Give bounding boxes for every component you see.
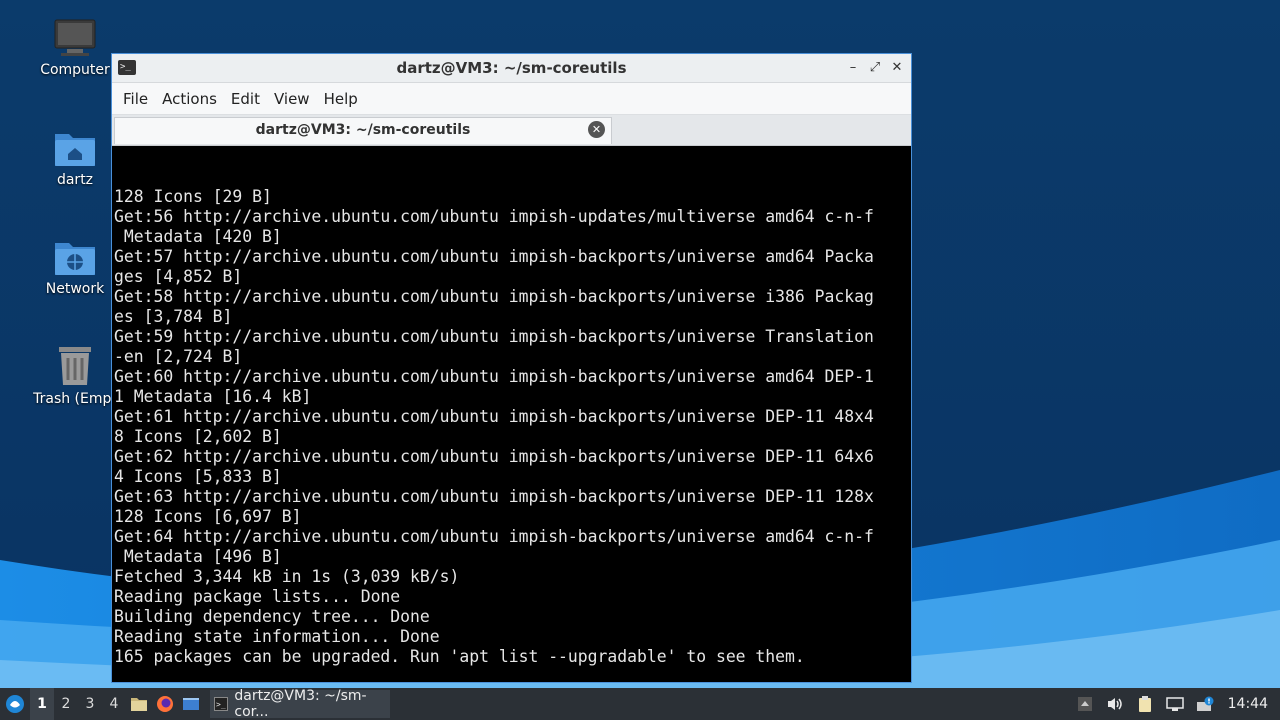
taskbar-task-label: dartz@VM3: ~/sm-cor... bbox=[234, 688, 367, 720]
network-folder-icon bbox=[55, 243, 95, 275]
show-desktop-icon bbox=[183, 698, 199, 710]
terminal-line: Get:60 http://archive.ubuntu.com/ubuntu … bbox=[114, 367, 874, 386]
start-menu-button[interactable] bbox=[0, 688, 30, 720]
terminal-line: Get:59 http://archive.ubuntu.com/ubuntu … bbox=[114, 327, 874, 346]
launch-firefox[interactable] bbox=[152, 688, 178, 720]
launch-file-manager[interactable] bbox=[126, 688, 152, 720]
clock[interactable]: 14:44 bbox=[1220, 696, 1280, 712]
terminal-task-icon: >_ bbox=[214, 697, 229, 711]
maximize-icon[interactable]: ⤢ bbox=[865, 58, 885, 78]
tray-update-notifier[interactable] bbox=[1190, 688, 1220, 720]
terminal-line: Get:61 http://archive.ubuntu.com/ubuntu … bbox=[114, 407, 874, 426]
workspace-1[interactable]: 1 bbox=[30, 688, 54, 720]
terminal-line: Get:62 http://archive.ubuntu.com/ubuntu … bbox=[114, 447, 874, 466]
terminal-line: -en [2,724 B] bbox=[114, 347, 243, 366]
tray-network[interactable] bbox=[1160, 688, 1190, 720]
firefox-icon bbox=[157, 696, 173, 712]
menu-edit[interactable]: Edit bbox=[224, 90, 267, 108]
menu-file[interactable]: File bbox=[116, 90, 155, 108]
tab-close-icon[interactable]: ✕ bbox=[588, 121, 605, 138]
menu-bar: File Actions Edit View Help bbox=[112, 83, 911, 115]
window-title: dartz@VM3: ~/sm-coreutils bbox=[396, 59, 627, 77]
trash-icon bbox=[59, 347, 91, 385]
terminal-line: Get:58 http://archive.ubuntu.com/ubuntu … bbox=[114, 287, 874, 306]
terminal-output[interactable]: 128 Icons [29 B] Get:56 http://archive.ub… bbox=[114, 147, 909, 680]
launch-show-desktop[interactable] bbox=[178, 688, 204, 720]
network-icon bbox=[1165, 697, 1184, 711]
tray-volume[interactable] bbox=[1100, 688, 1130, 720]
file-manager-icon bbox=[131, 698, 147, 711]
terminal-line: Get:57 http://archive.ubuntu.com/ubuntu … bbox=[114, 247, 874, 266]
terminal-line: 1 Metadata [16.4 kB] bbox=[114, 387, 312, 406]
computer-icon bbox=[54, 19, 96, 56]
volume-icon bbox=[1107, 698, 1122, 710]
terminal-line: 8 Icons [2,602 B] bbox=[114, 427, 282, 446]
terminal-tab[interactable]: dartz@VM3: ~/sm-coreutils ✕ bbox=[114, 117, 612, 144]
menu-view[interactable]: View bbox=[267, 90, 317, 108]
terminal-line: 165 packages can be upgraded. Run 'apt l… bbox=[114, 647, 805, 666]
workspace-3[interactable]: 3 bbox=[78, 688, 102, 720]
terminal-line: Get:63 http://archive.ubuntu.com/ubuntu … bbox=[114, 487, 874, 506]
terminal-line: Fetched 3,344 kB in 1s (3,039 kB/s) bbox=[114, 567, 460, 586]
terminal-line: 4 Icons [5,833 B] bbox=[114, 467, 282, 486]
terminal-line: ges [4,852 B] bbox=[114, 267, 243, 286]
terminal-line: Get:56 http://archive.ubuntu.com/ubuntu … bbox=[114, 207, 874, 226]
minimize-icon[interactable]: – bbox=[843, 58, 863, 78]
window-titlebar[interactable]: >_ dartz@VM3: ~/sm-coreutils – ⤢ ✕ bbox=[112, 54, 911, 83]
terminal-line: Get:64 http://archive.ubuntu.com/ubuntu … bbox=[114, 527, 874, 546]
menu-help[interactable]: Help bbox=[317, 90, 365, 108]
tray-expand-icon bbox=[1077, 697, 1092, 711]
taskbar: 1 2 3 4 >_ dartz@VM3: ~/sm-cor... 14:44 bbox=[0, 688, 1280, 720]
update-notifier-icon bbox=[1196, 696, 1214, 711]
terminal-window[interactable]: >_ dartz@VM3: ~/sm-coreutils – ⤢ ✕ File … bbox=[111, 53, 912, 683]
taskbar-terminal-task[interactable]: >_ dartz@VM3: ~/sm-cor... bbox=[210, 688, 390, 720]
terminal-app-icon: >_ bbox=[118, 60, 136, 75]
tray-up-arrow[interactable] bbox=[1070, 688, 1100, 720]
menu-actions[interactable]: Actions bbox=[155, 90, 224, 108]
tab-label: dartz@VM3: ~/sm-coreutils bbox=[255, 122, 471, 138]
lubuntu-logo-icon bbox=[6, 695, 24, 713]
tray-clipboard[interactable] bbox=[1130, 688, 1160, 720]
workspace-2[interactable]: 2 bbox=[54, 688, 78, 720]
terminal-line: Metadata [496 B] bbox=[114, 547, 282, 566]
home-folder-icon bbox=[55, 134, 95, 166]
clipboard-icon bbox=[1138, 696, 1151, 712]
terminal-line: Metadata [420 B] bbox=[114, 227, 282, 246]
terminal-line: 128 Icons [29 B] bbox=[114, 187, 272, 206]
terminal-line: es [3,784 B] bbox=[114, 307, 233, 326]
tab-bar: dartz@VM3: ~/sm-coreutils ✕ bbox=[112, 115, 911, 146]
terminal-line: Reading state information... Done bbox=[114, 627, 440, 646]
terminal-line: Reading package lists... Done bbox=[114, 587, 401, 606]
terminal-line: Building dependency tree... Done bbox=[114, 607, 430, 626]
close-icon[interactable]: ✕ bbox=[887, 58, 907, 78]
terminal-line: 128 Icons [6,697 B] bbox=[114, 507, 302, 526]
workspace-4[interactable]: 4 bbox=[102, 688, 126, 720]
